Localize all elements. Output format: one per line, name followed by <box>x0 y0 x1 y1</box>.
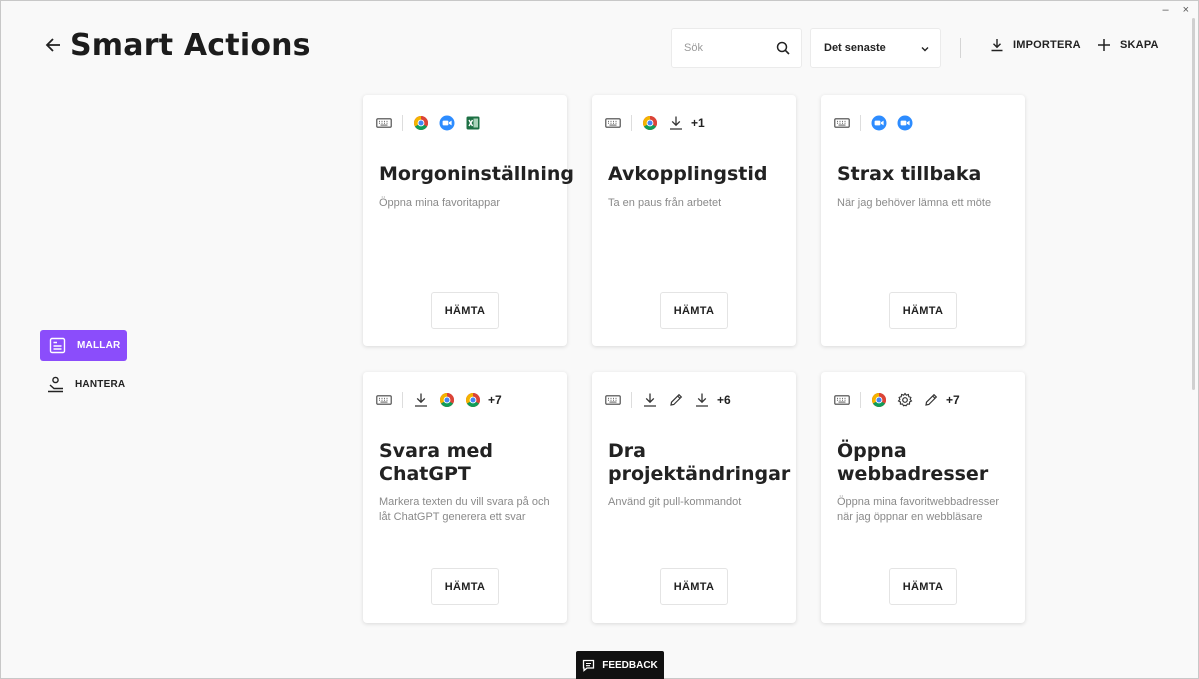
back-button[interactable] <box>44 34 64 56</box>
chrome-icon <box>465 392 481 408</box>
sidebar-item-label: MALLAR <box>77 340 121 351</box>
header: Smart Actions Det senaste IMPORTERA SKAP… <box>0 0 1199 90</box>
plus-icon <box>1098 39 1110 51</box>
page-title: Smart Actions <box>70 28 311 63</box>
template-card[interactable]: +1 Avkopplingstid Ta en paus från arbetet H… <box>592 95 796 346</box>
arrow-left-icon <box>45 38 60 52</box>
card-app-icons: +1 <box>605 115 705 131</box>
template-card[interactable]: Strax tillbaka När jag behöver lämna ett … <box>821 95 1025 346</box>
chevron-down-icon <box>921 47 929 52</box>
create-button[interactable]: SKAPA <box>1097 38 1159 52</box>
more-count: +7 <box>488 393 502 407</box>
card-app-icons <box>834 115 913 131</box>
download-icon <box>642 392 658 408</box>
template-card[interactable]: +6 Dra projektändringar Använd git pull-ko… <box>592 372 796 623</box>
scrollbar[interactable] <box>1192 18 1195 390</box>
feedback-button[interactable]: FEEDBACK <box>576 651 664 679</box>
card-title: Dra projektändringar <box>608 440 791 485</box>
chrome-icon <box>642 115 658 131</box>
download-icon <box>694 392 710 408</box>
card-description: När jag behöver lämna ett möte <box>837 197 992 209</box>
card-title: Svara med ChatGPT <box>379 440 493 485</box>
get-template-button[interactable]: HÄMTA <box>660 568 728 605</box>
icon-separator <box>402 115 403 131</box>
download-icon <box>668 115 684 131</box>
card-title: Strax tillbaka <box>837 163 982 185</box>
zoom-icon <box>871 115 887 131</box>
keyboard-icon <box>605 115 621 131</box>
chrome-icon <box>413 115 429 131</box>
icon-separator <box>631 115 632 131</box>
zoom-icon <box>897 115 913 131</box>
keyboard-icon <box>605 392 621 408</box>
card-app-icons: +7 <box>834 392 960 408</box>
pencil-icon <box>923 392 939 408</box>
download-icon <box>991 39 1003 52</box>
card-description: Ta en paus från arbetet <box>608 197 722 209</box>
template-card[interactable]: +7 Svara med ChatGPT Markera texten du vil… <box>363 372 567 623</box>
card-app-icons: +6 <box>605 392 731 408</box>
manage-icon <box>48 376 63 392</box>
sort-dropdown[interactable]: Det senaste <box>810 28 941 68</box>
more-count: +6 <box>717 393 731 407</box>
card-title: Morgoninställning <box>379 163 574 185</box>
card-description: Öppna mina favoritwebbadresser när jag ö… <box>837 496 1000 523</box>
sidebar-item-hantera[interactable]: HANTERA <box>47 375 125 393</box>
more-count: +7 <box>946 393 960 407</box>
get-template-button[interactable]: HÄMTA <box>660 292 728 329</box>
card-description: Öppna mina favoritappar <box>379 197 501 209</box>
get-template-button[interactable]: HÄMTA <box>431 568 499 605</box>
search-input[interactable] <box>672 29 767 67</box>
icon-separator <box>402 392 403 408</box>
sidebar-item-label: HANTERA <box>75 378 126 390</box>
card-title: Avkopplingstid <box>608 163 768 185</box>
download-icon <box>413 392 429 408</box>
import-button-label: IMPORTERA <box>1013 39 1081 51</box>
card-app-icons <box>376 115 481 131</box>
card-app-icons: +7 <box>376 392 502 408</box>
more-count: +1 <box>691 116 705 130</box>
get-template-button[interactable]: HÄMTA <box>431 292 499 329</box>
search-icon[interactable] <box>776 41 790 55</box>
icon-separator <box>860 392 861 408</box>
get-template-button[interactable]: HÄMTA <box>889 292 957 329</box>
card-title: Öppna webbadresser <box>837 440 989 485</box>
icon-separator <box>860 115 861 131</box>
template-card[interactable]: +7 Öppna webbadresser Öppna mina favoritwe… <box>821 372 1025 623</box>
search-box <box>671 28 802 68</box>
icon-separator <box>631 392 632 408</box>
import-button[interactable]: IMPORTERA <box>990 38 1081 52</box>
keyboard-icon <box>376 392 392 408</box>
sidebar-item-mallar[interactable]: MALLAR <box>40 330 127 361</box>
template-card[interactable]: Morgoninställning Öppna mina favoritappar… <box>363 95 574 346</box>
keyboard-icon <box>376 115 392 131</box>
feedback-label: FEEDBACK <box>602 659 658 671</box>
card-description: Markera texten du vill svara på och låt … <box>379 496 550 523</box>
pencil-icon <box>668 392 684 408</box>
card-description: Använd git pull-kommandot <box>608 496 742 508</box>
sort-dropdown-label: Det senaste <box>824 42 886 54</box>
chrome-icon <box>439 392 455 408</box>
chrome-icon <box>871 392 887 408</box>
keyboard-icon <box>834 115 850 131</box>
create-button-label: SKAPA <box>1120 39 1159 51</box>
keyboard-icon <box>834 392 850 408</box>
chat-icon <box>583 659 595 672</box>
gear-icon <box>897 392 913 408</box>
get-template-button[interactable]: HÄMTA <box>889 568 957 605</box>
header-divider <box>960 38 961 58</box>
zoom-icon <box>439 115 455 131</box>
excel-icon <box>465 115 481 131</box>
template-icon <box>49 337 66 354</box>
